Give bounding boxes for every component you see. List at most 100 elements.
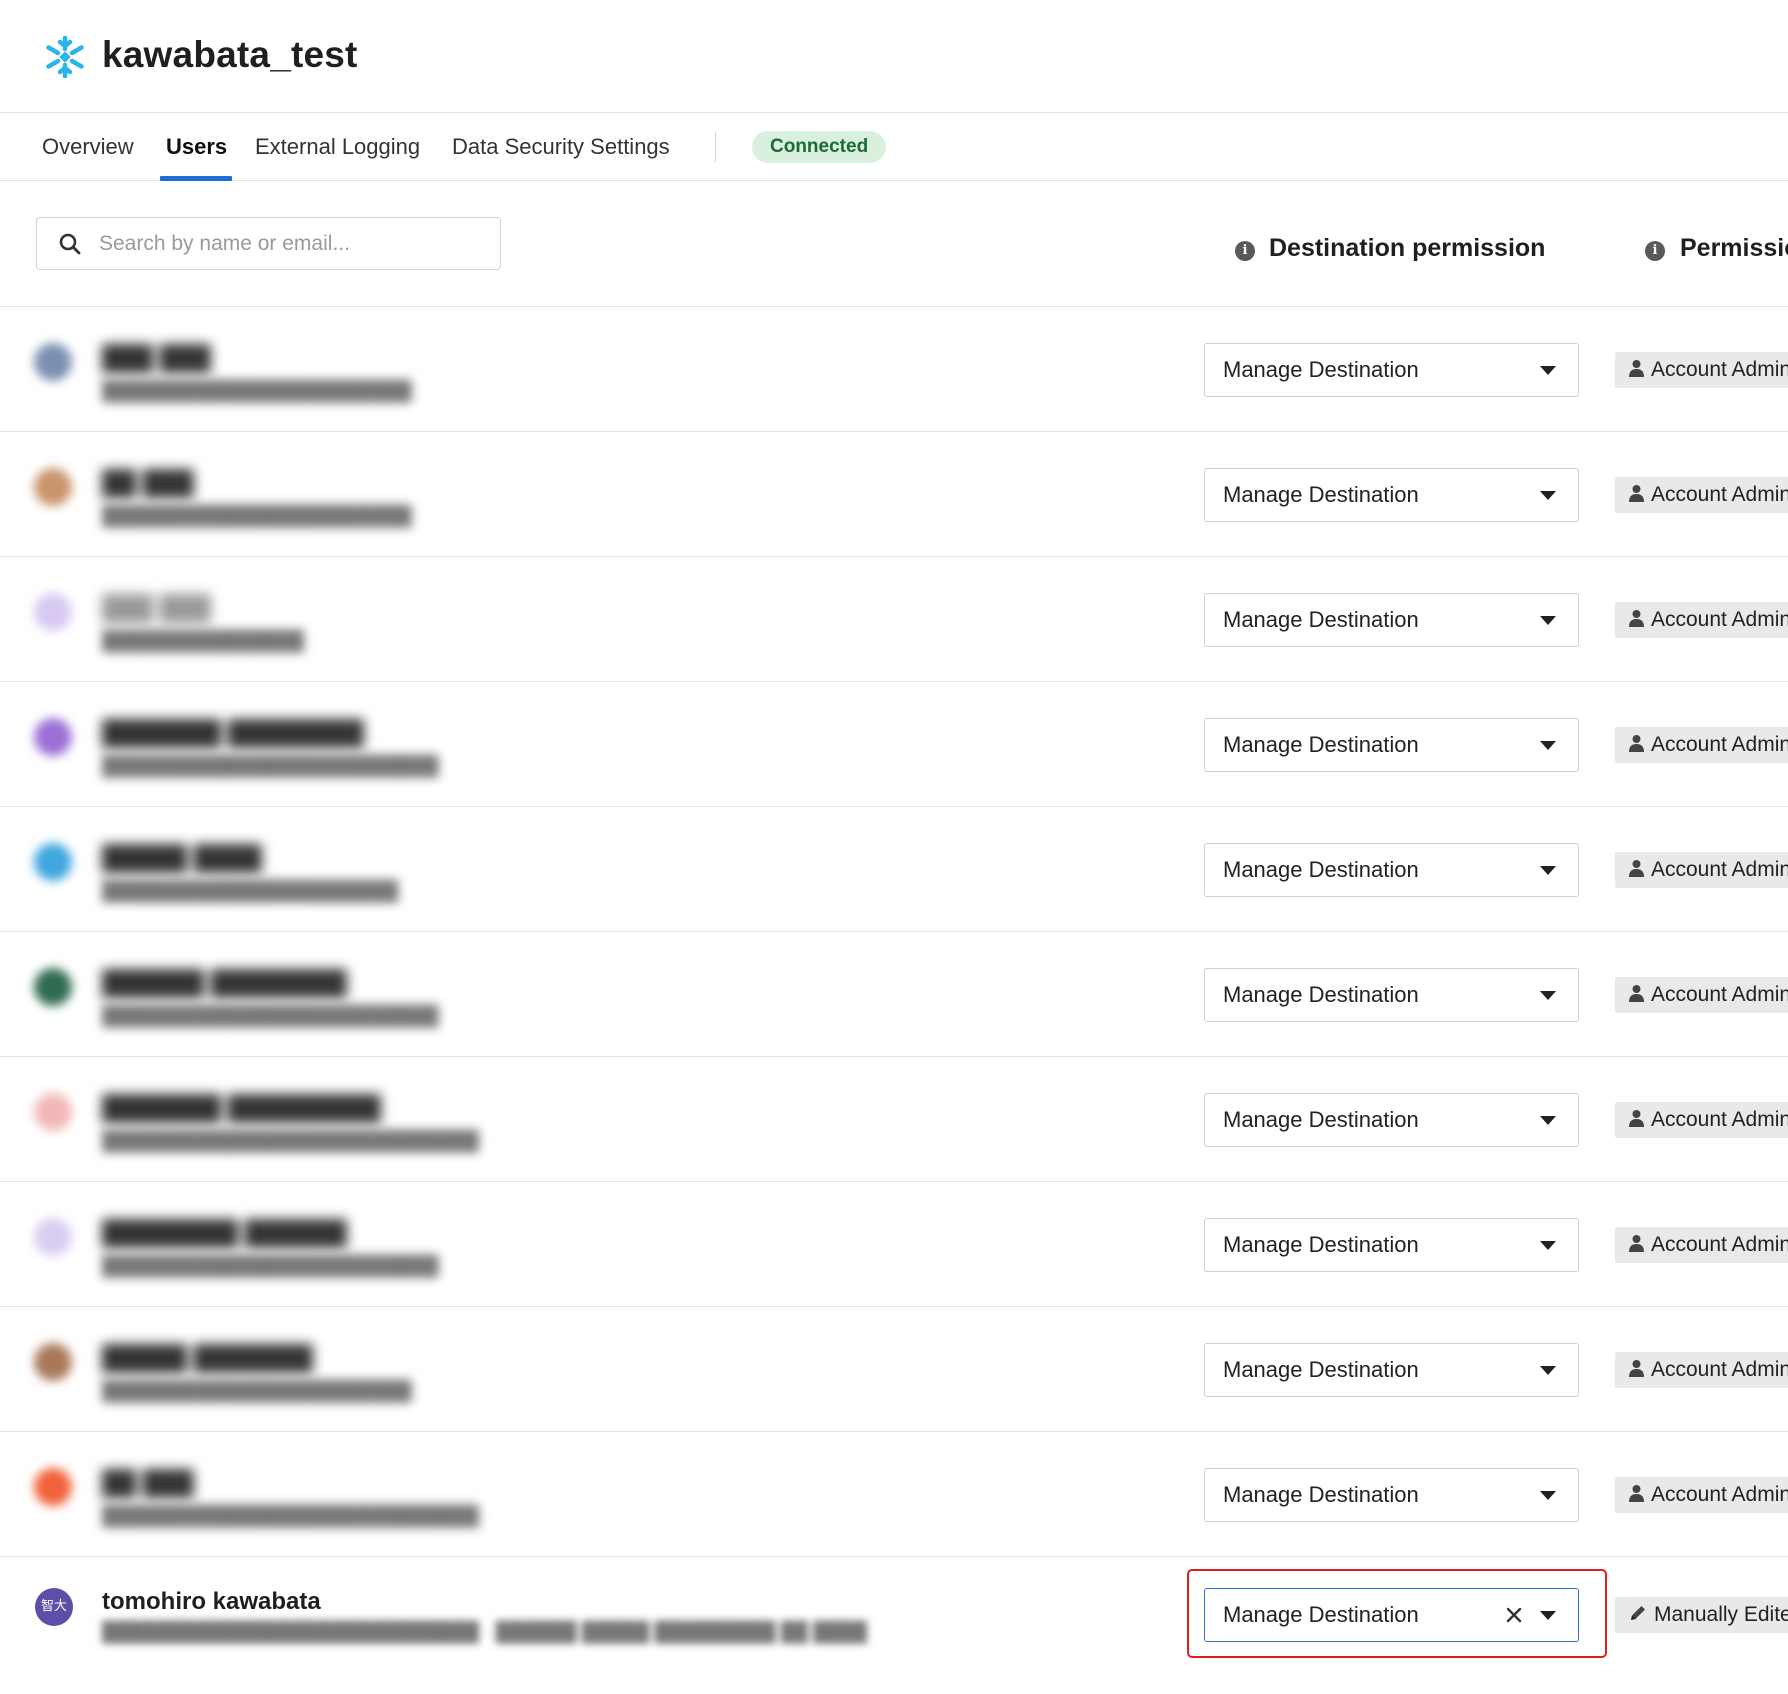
chevron-down-icon <box>1540 866 1556 875</box>
tab-external-logging[interactable]: External Logging <box>255 113 420 181</box>
permission-label: Account Admini <box>1651 1233 1788 1256</box>
select-value: Manage Destination <box>1223 1232 1419 1257</box>
user-email-blurred: █████████████████████████ <box>102 756 439 777</box>
destination-permission-select[interactable]: Manage Destination <box>1204 1343 1579 1397</box>
user-name-blurred: ████████ ██████ <box>102 1220 347 1247</box>
user-email-blurred: ███████████████ <box>102 631 304 652</box>
avatar <box>34 593 72 631</box>
destination-permission-select[interactable]: Manage Destination <box>1204 843 1579 897</box>
close-icon[interactable] <box>1500 1601 1528 1629</box>
avatar <box>34 1343 72 1381</box>
select-value: Manage Destination <box>1223 357 1419 382</box>
permission-label: Account Admini <box>1651 1483 1788 1506</box>
user-row: ██████ ████████ ████████████████████████… <box>0 931 1788 1056</box>
permission-badge: Account Admini <box>1615 1227 1788 1263</box>
chevron-down-icon <box>1540 1116 1556 1125</box>
permission-badge: Account Admini <box>1615 477 1788 513</box>
user-email-blurred: ████████████████████████████ <box>102 1131 479 1152</box>
user-name-blurred: ███████ █████████ <box>102 1095 381 1122</box>
chevron-down-icon <box>1540 991 1556 1000</box>
select-value: Manage Destination <box>1223 1482 1419 1507</box>
permission-label: Account Admini <box>1651 1108 1788 1131</box>
permission-badge: Account Admini <box>1615 1352 1788 1388</box>
pencil-icon <box>1631 1606 1645 1621</box>
permission-badge: Account Admini <box>1615 852 1788 888</box>
user-icon <box>1629 985 1644 1003</box>
info-icon[interactable]: i <box>1645 241 1665 261</box>
chevron-down-icon <box>1540 491 1556 500</box>
avatar <box>34 843 72 881</box>
select-value: Manage Destination <box>1223 1602 1419 1627</box>
permission-badge: Manually Edited <box>1615 1597 1788 1633</box>
chevron-down-icon <box>1540 366 1556 375</box>
destination-permission-select[interactable]: Manage Destination <box>1204 1468 1579 1522</box>
select-value: Manage Destination <box>1223 1107 1419 1132</box>
permission-badge: Account Admini <box>1615 977 1788 1013</box>
destination-permission-select[interactable]: Manage Destination <box>1204 343 1579 397</box>
destination-permission-select[interactable]: Manage Destination <box>1204 1093 1579 1147</box>
user-icon <box>1629 1110 1644 1128</box>
user-icon <box>1629 360 1644 378</box>
chevron-down-icon <box>1540 1491 1556 1500</box>
user-email-blurred: █████████████████████████ <box>102 1256 439 1277</box>
permission-label: Account Admini <box>1651 608 1788 631</box>
permission-label: Account Admini <box>1651 983 1788 1006</box>
user-row: █████ ████ ██████████████████████ Manage… <box>0 806 1788 931</box>
avatar <box>34 968 72 1006</box>
user-email-blurred: ███████████████████████ <box>102 506 412 527</box>
chevron-down-icon <box>1540 1241 1556 1250</box>
active-tab-indicator <box>160 176 232 181</box>
user-email-blurred: ████████████████████████████ <box>102 1506 479 1527</box>
user-row: █████ ███████ ███████████████████████ Ma… <box>0 1306 1788 1431</box>
tab-users[interactable]: Users <box>166 113 227 181</box>
user-name-blurred: ███████ ████████ <box>102 720 364 747</box>
permission-label: Manually Edited <box>1654 1603 1788 1626</box>
chevron-down-icon <box>1540 1611 1556 1620</box>
chevron-down-icon <box>1540 1366 1556 1375</box>
user-row: ████████ ██████ ████████████████████████… <box>0 1181 1788 1306</box>
destination-permission-select[interactable]: Manage Destination <box>1204 718 1579 772</box>
user-email-blurred: ███████████████████████ <box>102 1381 412 1402</box>
user-email-blurred: ███████████████████████ <box>102 381 412 402</box>
user-name-blurred: █████ ███████ <box>102 1345 313 1372</box>
destination-permission-select[interactable]: Manage Destination <box>1204 968 1579 1022</box>
avatar <box>34 343 72 381</box>
destination-permission-select[interactable]: Manage Destination <box>1204 1218 1579 1272</box>
user-row: ███████ █████████ ██████████████████████… <box>0 1056 1788 1181</box>
tab-overview[interactable]: Overview <box>42 113 134 181</box>
destination-permission-select[interactable]: Manage Destination <box>1204 593 1579 647</box>
user-icon <box>1629 1360 1644 1378</box>
avatar <box>34 468 72 506</box>
page-title: kawabata_test <box>102 34 358 75</box>
destination-permission-select[interactable]: Manage Destination <box>1204 1588 1579 1642</box>
tab-data-security-settings[interactable]: Data Security Settings <box>452 113 670 181</box>
permission-badge: Account Admini <box>1615 352 1788 388</box>
search-input[interactable] <box>99 218 489 269</box>
user-name-blurred: ███ ███ <box>102 345 211 372</box>
destination-permission-select[interactable]: Manage Destination <box>1204 468 1579 522</box>
user-row: ██ ███ ███████████████████████ Manage De… <box>0 431 1788 556</box>
permission-label: Account Admini <box>1651 483 1788 506</box>
user-email-blurred: ████████████████████████████ · ██████ ██… <box>102 1622 867 1643</box>
chevron-down-icon <box>1540 741 1556 750</box>
permission-label: Account Admini <box>1651 358 1788 381</box>
avatar <box>34 1218 72 1256</box>
user-name-blurred: ██ ███ <box>102 470 194 497</box>
chevron-down-icon <box>1540 616 1556 625</box>
select-value: Manage Destination <box>1223 1357 1419 1382</box>
select-value: Manage Destination <box>1223 482 1419 507</box>
search-icon <box>59 233 81 255</box>
column-header-destination-permission: Destination permission <box>1269 234 1546 262</box>
user-email-blurred: ██████████████████████ <box>102 881 399 902</box>
select-value: Manage Destination <box>1223 732 1419 757</box>
permission-label: Account Admini <box>1651 1358 1788 1381</box>
tab-bar: Overview Users External Logging Data Sec… <box>0 113 1788 181</box>
user-name-blurred: ███ ███ <box>102 595 211 622</box>
info-icon[interactable]: i <box>1235 241 1255 261</box>
select-value: Manage Destination <box>1223 607 1419 632</box>
user-icon <box>1629 1485 1644 1503</box>
avatar <box>34 718 72 756</box>
select-value: Manage Destination <box>1223 857 1419 882</box>
user-row: ███ ███ ███████████████████████ Manage D… <box>0 306 1788 431</box>
tab-divider <box>715 132 716 162</box>
